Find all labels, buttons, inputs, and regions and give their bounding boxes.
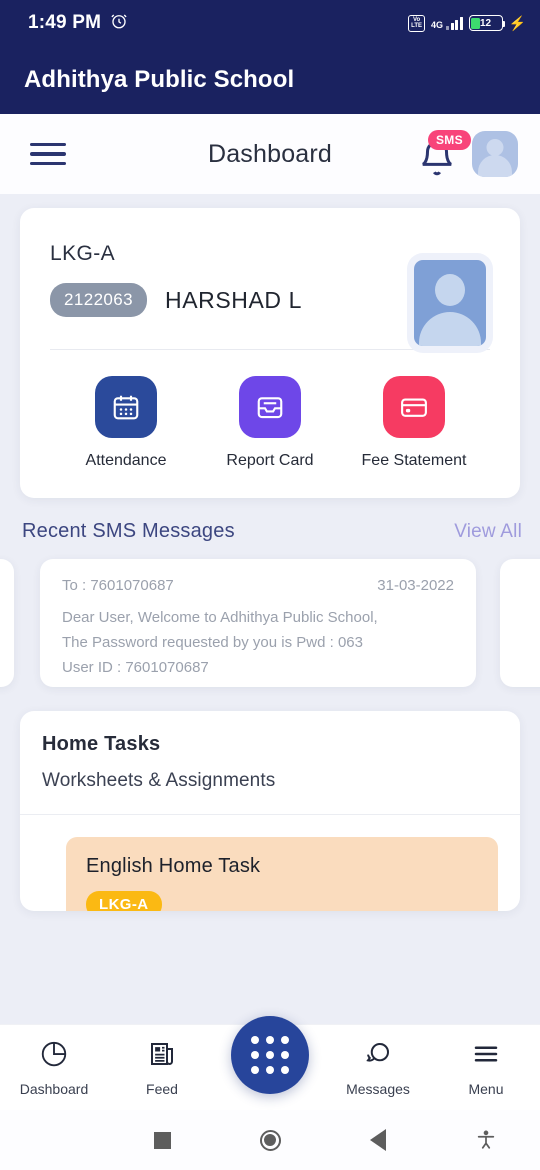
user-avatar[interactable] (472, 131, 518, 177)
student-card: LKG-A 2122063 HARSHAD L Attendance Repor… (20, 208, 520, 498)
quick-action-label: Report Card (226, 452, 314, 469)
nav-label: Dashboard (19, 1080, 89, 1097)
nav-label: Messages (346, 1080, 410, 1097)
back-triangle-icon[interactable] (324, 1129, 432, 1151)
sms-badge: SMS (428, 130, 471, 150)
student-name: HARSHAD L (164, 286, 303, 313)
volte-icon: Vo LTE (408, 14, 426, 32)
charging-bolt-icon: ⚡ (508, 15, 526, 31)
quick-action-attendance[interactable]: Attendance (66, 376, 186, 470)
home-tasks-card: Home Tasks Worksheets & Assignments Engl… (20, 711, 520, 911)
school-title-bar: Adhithya Public School (0, 46, 540, 114)
notification-bell-button[interactable]: SMS (418, 130, 471, 176)
signal-icon: 4G (431, 16, 463, 30)
sms-body-line-1: Dear User, Welcome to Adhithya Public Sc… (62, 609, 378, 626)
view-all-link[interactable]: View All (454, 521, 522, 543)
apps-grid-fab[interactable] (231, 1016, 309, 1094)
dashboard-content: LKG-A 2122063 HARSHAD L Attendance Repor… (0, 194, 540, 984)
quick-action-report-card[interactable]: Report Card (210, 376, 330, 470)
student-id-badge: 2122063 (50, 283, 147, 317)
nav-label: Feed (146, 1080, 178, 1097)
quick-action-fee-statement[interactable]: Fee Statement (354, 376, 474, 470)
home-task-title: English Home Task (86, 855, 261, 877)
home-circle-icon[interactable] (216, 1129, 324, 1151)
home-tasks-subtitle: Worksheets & Assignments (42, 770, 276, 791)
sms-date: 31-03-2022 (377, 577, 454, 594)
pie-chart-icon (39, 1039, 69, 1074)
newspaper-icon (147, 1039, 177, 1074)
sms-body: Dear User, Welcome to Adhithya Public Sc… (62, 605, 454, 680)
nav-item-feed[interactable]: Feed (108, 1039, 216, 1097)
nav-item-dashboard[interactable]: Dashboard (0, 1039, 108, 1097)
status-bar-left: 1:49 PM (28, 12, 128, 35)
sms-recipient: To : 7601070687 (62, 577, 174, 594)
quick-action-label: Fee Statement (361, 452, 467, 469)
nav-item-menu[interactable]: Menu (432, 1039, 540, 1097)
home-tasks-title: Home Tasks (42, 733, 161, 755)
home-tasks-divider (20, 814, 520, 815)
signal-bars-icon (446, 16, 463, 30)
credit-card-icon (383, 376, 445, 438)
inbox-tray-icon (239, 376, 301, 438)
home-task-item[interactable]: English Home Task LKG-A 📅Posted Tuesday … (66, 837, 498, 911)
home-task-class-badge: LKG-A (86, 891, 162, 911)
android-navigation-bar (0, 1110, 540, 1170)
status-bar: 1:49 PM Vo LTE 4G 12 ⚡ (0, 0, 540, 46)
student-photo (414, 260, 486, 346)
calendar-icon (95, 376, 157, 438)
status-bar-right: Vo LTE 4G 12 ⚡ (408, 14, 526, 32)
quick-action-label: Attendance (85, 452, 167, 469)
status-time: 1:49 PM (28, 12, 102, 33)
nav-label: Menu (468, 1080, 504, 1097)
app-bar: Dashboard SMS (0, 114, 540, 194)
app-bar-actions: SMS (418, 130, 518, 177)
sms-section-header: Recent SMS Messages View All (0, 498, 540, 543)
sms-section-title: Recent SMS Messages (22, 520, 235, 542)
quick-action-tiles: Attendance Report Card Fee Statement (50, 350, 490, 474)
battery-icon: 12 (468, 15, 506, 31)
sms-card[interactable]: To : 7601070687 31-03-2022 Dear User, We… (40, 559, 476, 687)
hamburger-menu-icon (471, 1039, 501, 1074)
alarm-clock-icon (110, 12, 128, 35)
recents-square-icon[interactable] (108, 1131, 216, 1149)
chat-bubbles-icon (363, 1039, 393, 1074)
nav-item-messages[interactable]: Messages (324, 1039, 432, 1097)
sms-card-next[interactable] (500, 559, 540, 687)
sms-carousel[interactable]: To : 7601070687 31-03-2022 Dear User, We… (0, 559, 540, 687)
sms-body-line-2: The Password requested by you is Pwd : 0… (62, 634, 363, 651)
sms-card-header: To : 7601070687 31-03-2022 (62, 577, 454, 594)
accessibility-icon[interactable] (432, 1128, 540, 1152)
hamburger-menu-icon[interactable] (30, 142, 66, 166)
school-name: Adhithya Public School (24, 66, 295, 93)
grid-dots-icon (251, 1036, 289, 1074)
sms-card-previous[interactable] (0, 559, 14, 687)
sms-body-line-3: User ID : 7601070687 (62, 659, 209, 676)
